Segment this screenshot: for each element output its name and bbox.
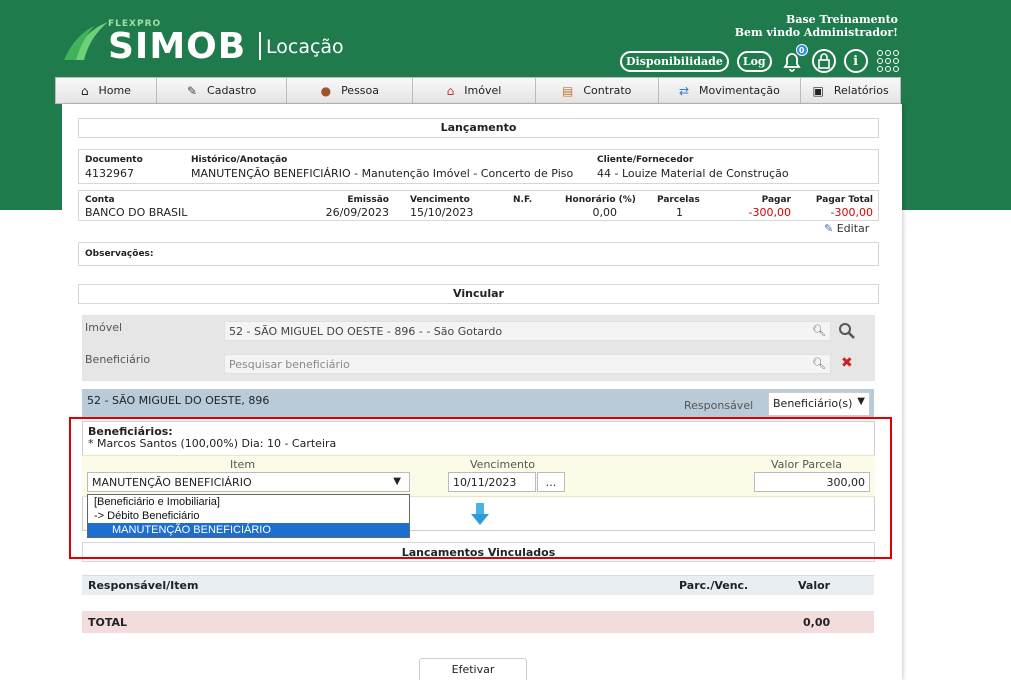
nav-contrato[interactable]: ▤ Contrato — [536, 78, 659, 103]
edit-pencil-icon: ✎ — [824, 222, 834, 235]
imovel-label: Imóvel — [85, 321, 123, 334]
nav-home[interactable]: ⌂ Home — [56, 78, 157, 103]
lock-button[interactable] — [811, 49, 836, 73]
welcome-text: Bem vindo Administrador! — [734, 26, 898, 39]
brand-name: SIMOB — [108, 26, 247, 67]
historico-value: MANUTENÇÃO BENEFICIÁRIO - Manutenção Imó… — [191, 167, 574, 180]
nav-contrato-label: Contrato — [583, 84, 632, 97]
log-button[interactable]: Log — [736, 50, 772, 72]
magnifier-icon — [839, 323, 855, 339]
lock-icon — [817, 53, 830, 69]
main-navbar: ⌂ Home ✎ Cadastro ● Pessoa ⌂ Imóvel ▤ Co… — [55, 77, 901, 104]
pencil-icon: ✎ — [186, 83, 198, 98]
conta-label: Conta — [85, 195, 115, 205]
contract-icon: ▤ — [562, 83, 574, 98]
logo-mark-icon — [64, 22, 108, 60]
cliente-label: Cliente/Fornecedor — [597, 155, 694, 165]
app-logo[interactable]: FLEXPRO SIMOB Locação — [62, 18, 362, 68]
vinculados-table-empty-row — [82, 595, 874, 612]
vinculados-total-row: TOTAL 0,00 — [82, 612, 874, 633]
cliente-value: 44 - Louize Material de Construção — [597, 167, 789, 180]
parcelas-value: 1 — [676, 206, 683, 219]
documento-label: Documento — [85, 155, 143, 165]
conta-value: BANCO DO BRASIL — [85, 206, 188, 219]
logo-separator — [259, 32, 261, 60]
pagar-total-value: -300,00 — [830, 206, 873, 219]
responsavel-select[interactable]: Beneficiário(s) ▼ — [768, 392, 870, 416]
nav-pessoa-label: Pessoa — [341, 84, 380, 97]
pagar-label: Pagar — [761, 195, 791, 205]
nav-relatorios[interactable]: ▣ Relatórios — [801, 78, 900, 103]
property-title: 52 - SÃO MIGUEL DO OESTE, 896 — [87, 394, 270, 407]
close-icon: ✖ — [841, 355, 853, 371]
clear-beneficiario-button[interactable]: ✖ — [841, 356, 853, 370]
lancamento-row2: Conta BANCO DO BRASIL Emissão 26/09/2023… — [78, 190, 879, 221]
search-icon: 🔍︎ — [812, 324, 826, 337]
nav-relatorios-label: Relatórios — [833, 84, 889, 97]
company-name: Base Treinamento — [786, 13, 898, 26]
pagar-total-label: Pagar Total — [815, 195, 873, 205]
historico-label: Histórico/Anotação — [191, 155, 288, 165]
pagar-value: -300,00 — [748, 206, 791, 219]
responsavel-value: Beneficiário(s) — [773, 397, 853, 410]
imovel-search-button[interactable] — [838, 322, 856, 343]
col-valor: Valor — [798, 579, 831, 592]
person-icon: ● — [320, 83, 332, 98]
search-icon: 🔍︎ — [812, 357, 826, 370]
house-icon: ⌂ — [446, 83, 455, 98]
nav-imovel-label: Imóvel — [464, 84, 502, 97]
imovel-search-input[interactable]: 52 - SÃO MIGUEL DO OESTE - 896 - - São G… — [224, 321, 831, 341]
home-icon: ⌂ — [80, 83, 89, 98]
nav-movimentacao[interactable]: ⇄ Movimentação — [659, 78, 802, 103]
nav-home-label: Home — [98, 84, 131, 97]
disponibilidade-button[interactable]: Disponibilidade — [620, 50, 729, 72]
documento-value: 4132967 — [85, 167, 134, 180]
vencimento-label: Vencimento — [410, 195, 470, 205]
vencimento-value: 15/10/2023 — [410, 206, 474, 219]
info-button[interactable]: i — [843, 49, 868, 73]
lancamento-row1: Documento 4132967 Histórico/Anotação MAN… — [78, 149, 879, 184]
highlight-frame — [69, 417, 892, 559]
emissao-value: 26/09/2023 — [325, 206, 389, 219]
nav-movimentacao-label: Movimentação — [699, 84, 780, 97]
total-value: 0,00 — [803, 616, 831, 629]
observacoes-box: Observações: — [78, 242, 879, 266]
user-info: Base Treinamento Bem vindo Administrador… — [735, 13, 898, 39]
apps-grid-icon — [876, 50, 883, 56]
nf-label: N.F. — [513, 195, 533, 205]
responsavel-label: Responsável — [684, 399, 754, 412]
total-label: TOTAL — [88, 616, 128, 629]
parcelas-label: Parcelas — [657, 195, 700, 205]
observacoes-label: Observações: — [85, 249, 154, 259]
property-header: 52 - SÃO MIGUEL DO OESTE, 896 Responsáve… — [82, 389, 874, 417]
vinculados-table-header: Responsável/Item Parc./Venc. Valor — [82, 575, 874, 595]
efetivar-button[interactable]: Efetivar — [419, 658, 527, 680]
beneficiario-search-input[interactable]: Pesquisar beneficiário — [224, 354, 831, 374]
top-actions: Disponibilidade Log 0 i — [620, 44, 900, 74]
nav-imovel[interactable]: ⌂ Imóvel — [413, 78, 536, 103]
info-icon: i — [853, 53, 859, 69]
nav-cadastro[interactable]: ✎ Cadastro — [157, 78, 288, 103]
vincular-title: Vincular — [78, 284, 879, 304]
nav-pessoa[interactable]: ● Pessoa — [287, 78, 414, 103]
editar-link[interactable]: ✎ Editar — [824, 222, 869, 235]
col-responsavel: Responsável/Item — [88, 579, 199, 592]
editar-label: Editar — [836, 222, 870, 235]
nav-cadastro-label: Cadastro — [207, 84, 257, 97]
module-name: Locação — [266, 36, 344, 58]
honorario-label: Honorário (%) — [565, 195, 636, 205]
notification-badge: 0 — [795, 44, 808, 56]
apps-grid-button[interactable] — [876, 49, 900, 73]
emissao-label: Emissão — [347, 195, 389, 205]
lancamento-title: Lançamento — [78, 118, 879, 138]
honorario-value: 0,00 — [592, 206, 618, 219]
notifications-button[interactable]: 0 — [780, 44, 808, 73]
beneficiario-label: Beneficiário — [85, 353, 151, 366]
col-parc-venc: Parc./Venc. — [679, 579, 749, 592]
clipboard-icon: ▣ — [812, 83, 824, 98]
caret-down-icon: ▼ — [857, 396, 865, 407]
transfer-icon: ⇄ — [678, 83, 689, 98]
